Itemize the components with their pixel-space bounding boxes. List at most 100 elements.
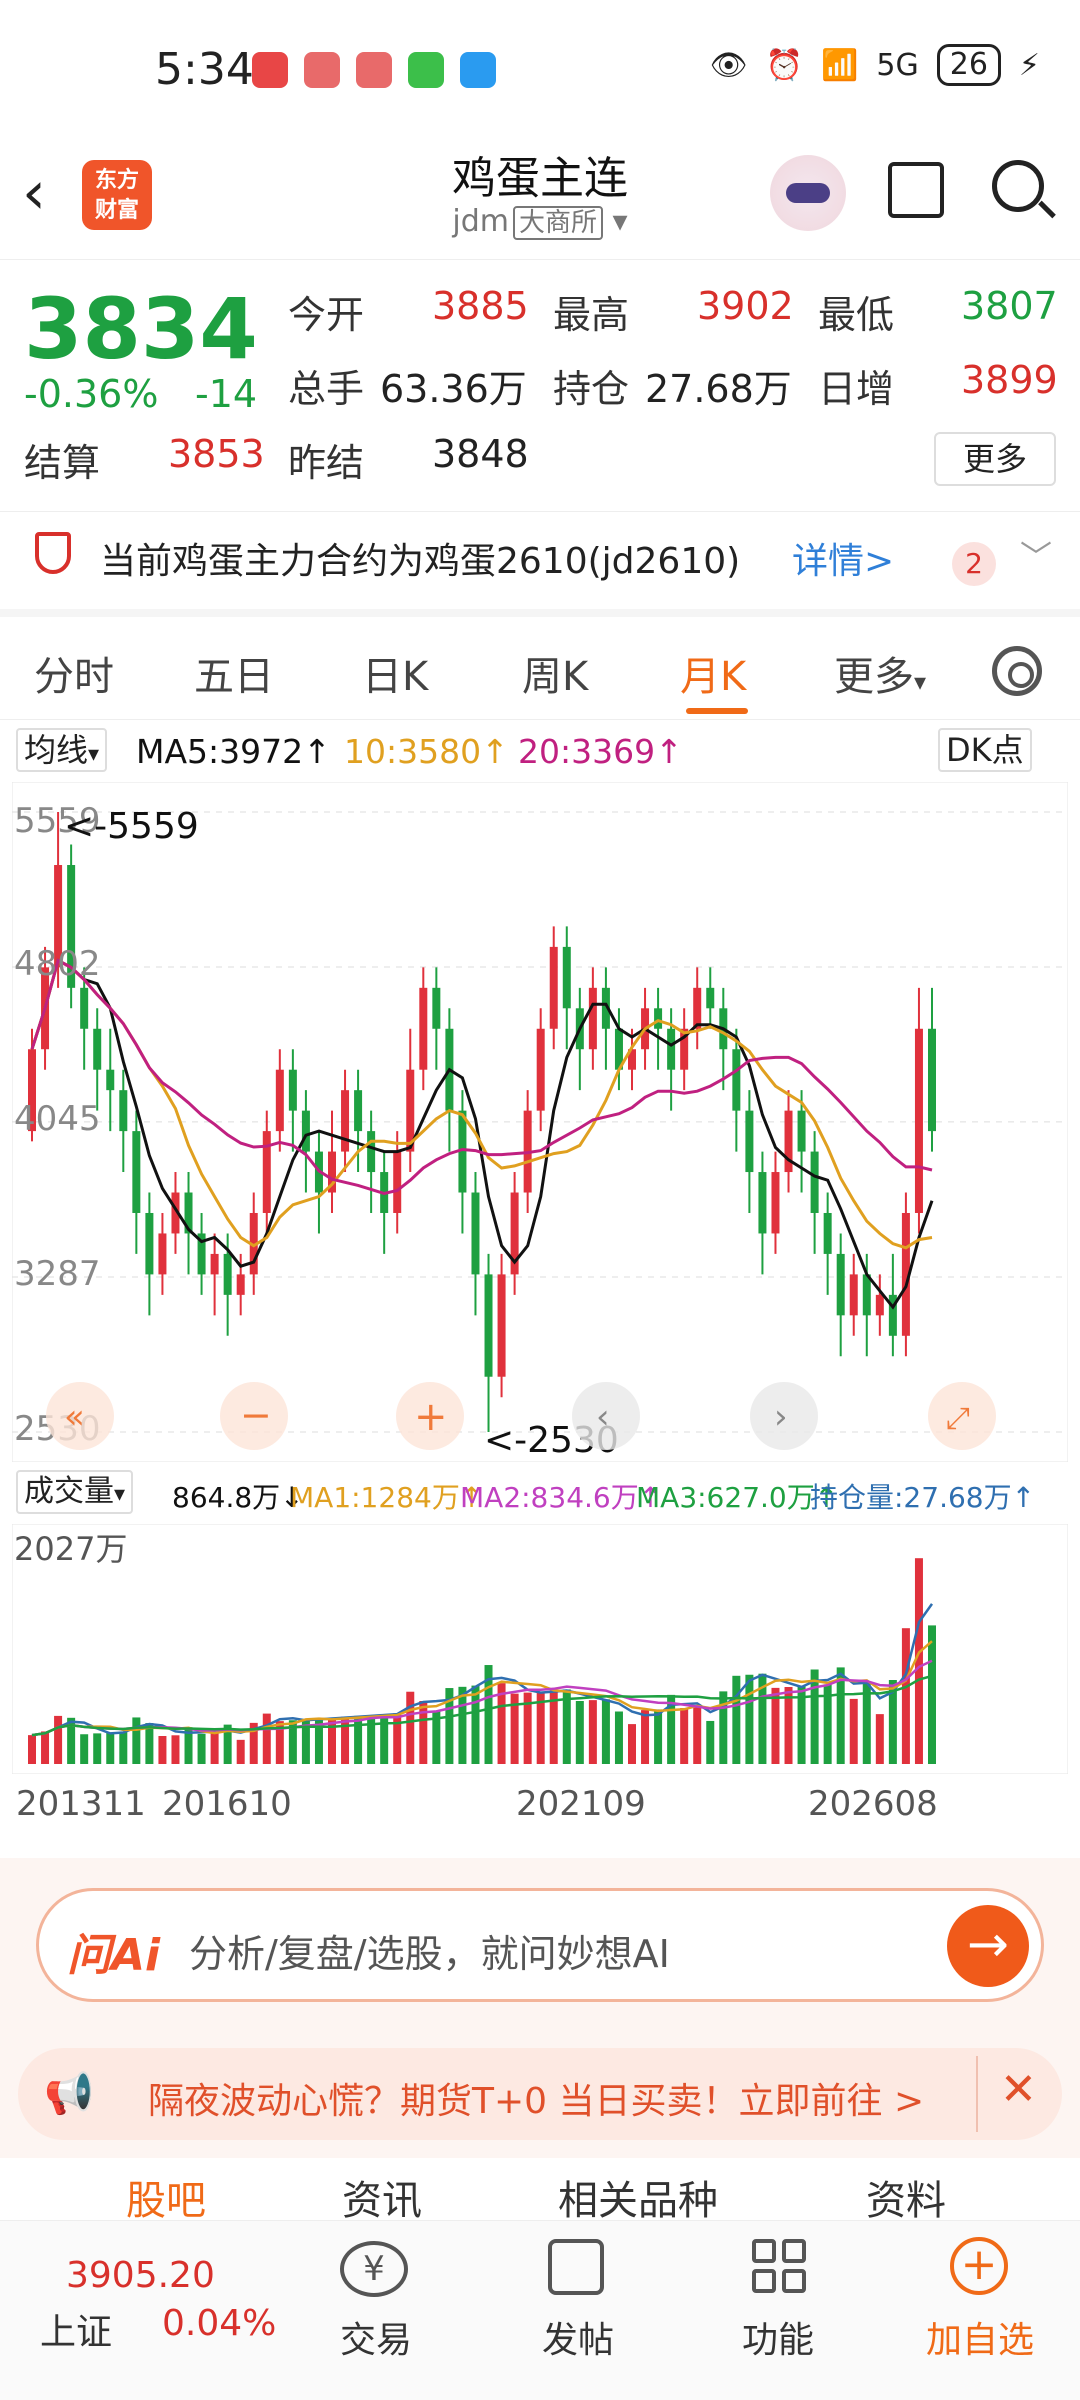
candle — [393, 1151, 402, 1213]
vol-oi-text: 持仓量:27.68万 — [810, 1481, 1012, 1514]
bottom-nav: 3905.20 上证 0.04% ¥ 交易 发帖 功能 + 加自选 — [0, 2220, 1080, 2400]
edit-icon[interactable] — [548, 2239, 604, 2295]
grid-icon[interactable] — [752, 2239, 808, 2295]
tab-news[interactable]: 资讯 — [342, 2168, 422, 2226]
search-icon[interactable] — [992, 160, 1044, 212]
notice-detail-link[interactable]: 详情> — [792, 532, 894, 584]
chevron-down-icon[interactable]: ﹀ — [1020, 532, 1052, 578]
index-name[interactable]: 上证 — [40, 2303, 112, 2355]
index-value[interactable]: 3905.20 — [66, 2255, 215, 2296]
volume-bar — [706, 1720, 715, 1764]
candlestick-chart[interactable]: 55594802404532872530 <-5559 <-2530 « − +… — [12, 782, 1068, 1462]
candle — [145, 1212, 154, 1275]
oi-value: 27.68万 — [645, 367, 792, 411]
quote-panel: 3834 -0.36% -14 今开 3885 最高 3902 最低 3807 … — [0, 262, 1080, 512]
tab-info[interactable]: 资料 — [866, 2168, 946, 2226]
share-icon[interactable] — [888, 162, 944, 218]
main-contract-notice[interactable]: 当前鸡蛋主力合约为鸡蛋2610(jd2610) 详情> 2 ﹀ — [0, 512, 1080, 617]
volume-label: 总手 — [288, 367, 365, 411]
candle — [419, 987, 428, 1070]
close-icon[interactable]: ✕ — [1000, 2064, 1037, 2115]
vol-ma1: MA1:1284万↑ — [290, 1481, 484, 1514]
tab-intraday[interactable]: 分时 — [34, 644, 114, 702]
volume-bar — [601, 1699, 610, 1764]
notification-icons — [252, 52, 496, 88]
volume-select[interactable]: 成交量▾ — [16, 1470, 134, 1514]
ma20-text: 20:3369 — [518, 732, 656, 771]
x-tick: 201311 — [16, 1784, 146, 1824]
active-tab-indicator — [686, 708, 748, 714]
y-tick-label: 3287 — [14, 1254, 101, 1294]
max-marker: <-5559 — [64, 806, 199, 847]
candle — [341, 1090, 350, 1152]
tab-forum[interactable]: 股吧 — [126, 2168, 206, 2226]
ai-robot-icon[interactable] — [770, 155, 846, 231]
tab-weekly-k[interactable]: 周K — [522, 644, 588, 702]
ma-select[interactable]: 均线▾ — [16, 728, 108, 772]
book-icon — [304, 52, 340, 88]
volume-chart[interactable]: 2027万 — [12, 1524, 1068, 1774]
tab-more[interactable]: 更多▾ — [834, 644, 926, 702]
prev-settle-value: 3848 — [432, 432, 529, 476]
candle — [471, 1192, 480, 1275]
volume-bar — [562, 1689, 571, 1764]
prev-settle-label: 昨结 — [288, 441, 365, 485]
dk-points-button[interactable]: DK点 — [938, 728, 1032, 772]
sub-tabs: 股吧 资讯 相关品种 资料 — [0, 2168, 1080, 2228]
divider — [976, 2056, 978, 2132]
post-label[interactable]: 发帖 — [542, 2311, 614, 2363]
change-pct: -0.36% — [24, 372, 159, 416]
minus-icon: − — [240, 1393, 272, 1437]
volume-select-label: 成交量 — [24, 1474, 114, 1509]
volume-bar — [745, 1674, 754, 1764]
volume-bar — [80, 1734, 89, 1764]
grid-cell — [752, 2269, 776, 2293]
volume-bar — [719, 1691, 728, 1764]
caret-down-icon: ▾ — [914, 668, 927, 696]
volume-value: 864.8万↓ — [172, 1481, 304, 1514]
x-axis: 201311 201610 202109 202608 — [0, 1784, 1080, 1824]
volume-bar — [197, 1733, 206, 1764]
volume-bar — [158, 1736, 167, 1764]
candle — [301, 1110, 310, 1152]
volume-bar — [928, 1625, 936, 1764]
trade-icon[interactable]: ¥ — [340, 2241, 408, 2297]
status-bar: 5:34 👁 ⏰ 📶 5G 26 ⚡ — [0, 0, 1080, 130]
tab-daily-k[interactable]: 日K — [362, 644, 428, 702]
y-tick-label: 4045 — [14, 1099, 101, 1139]
candle — [588, 987, 597, 1050]
vol-ma2: MA2:834.6万↑ — [460, 1481, 663, 1514]
candle — [745, 1110, 754, 1173]
tab-five-day[interactable]: 五日 — [194, 644, 274, 702]
low-label: 最低 — [818, 293, 895, 337]
volume-bar — [588, 1700, 597, 1764]
more-button[interactable]: 更多 — [934, 432, 1056, 486]
tab-related[interactable]: 相关品种 — [558, 2168, 718, 2226]
gear-icon[interactable] — [992, 646, 1042, 696]
trade-label[interactable]: 交易 — [340, 2311, 412, 2363]
function-label[interactable]: 功能 — [742, 2311, 814, 2363]
tab-monthly-k[interactable]: 月K — [680, 644, 746, 702]
promo-banner[interactable]: 📢 隔夜波动心慌？期货T+0 当日买卖！立即前往 > ✕ — [18, 2048, 1062, 2140]
volume-bar — [693, 1707, 702, 1764]
add-watchlist-label[interactable]: 加自选 — [926, 2311, 1034, 2363]
candle — [862, 1274, 871, 1316]
ai-search-bar[interactable]: 问Ai 分析/复盘/选股，就问妙想AI → — [36, 1888, 1044, 2002]
arrow-right-icon[interactable]: → — [947, 1905, 1029, 1987]
add-icon[interactable]: + — [950, 2237, 1008, 2295]
battery-icon: 26 — [936, 44, 1001, 86]
plus-icon: + — [414, 1394, 448, 1440]
candle — [132, 1131, 141, 1213]
volume-bar — [236, 1739, 245, 1764]
exchange-tag: 大商所 — [512, 206, 603, 240]
volume-value-text: 864.8万 — [172, 1481, 281, 1514]
candle — [875, 1294, 884, 1316]
candle — [367, 1131, 376, 1173]
volume-bar — [93, 1733, 102, 1764]
vol-ma1-text: MA1:1284万 — [290, 1481, 460, 1514]
grid-cell — [782, 2239, 806, 2263]
candle — [93, 1028, 102, 1070]
candle — [914, 1028, 923, 1213]
shield-icon — [35, 532, 71, 574]
ma5-value: MA5:3972↑ — [136, 732, 331, 771]
